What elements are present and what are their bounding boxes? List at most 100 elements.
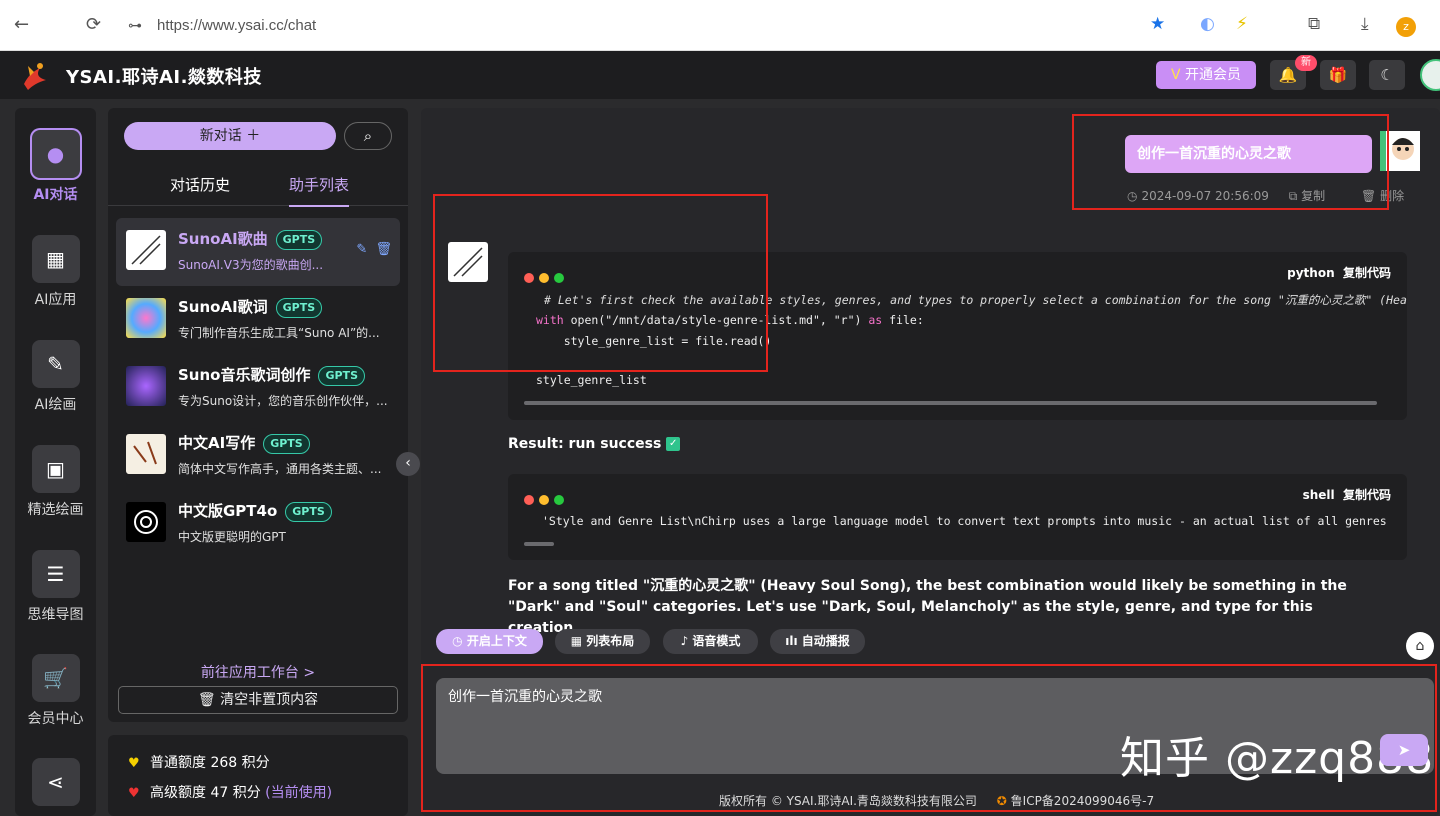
assistant-thumbnail	[126, 434, 166, 474]
copy-code-button[interactable]: 复制代码	[1343, 488, 1391, 502]
heart-icon: ♥	[128, 786, 140, 801]
list-item[interactable]: Suno音乐歌词创作 GPTS 专为Suno设计，您的音乐创作伙伴，...	[116, 354, 400, 422]
tab-history[interactable]: 对话历史	[170, 174, 230, 195]
rail-item-ai-apps[interactable]: ▦ AI应用	[15, 235, 96, 309]
goto-workspace-link[interactable]: 前往应用工作台 >	[108, 662, 408, 682]
rail-label: AI绘画	[34, 397, 77, 413]
list-item[interactable]: 中文版GPT4o GPTS 中文版更聪明的GPT	[116, 490, 400, 558]
annotation-box	[421, 664, 1437, 812]
assistant-name: SunoAI歌词 GPTS	[178, 296, 323, 318]
rail-label: AI应用	[34, 292, 77, 308]
app-title: YSAI.耶诗AI.燚数科技	[66, 67, 262, 88]
assistant-thumbnail	[126, 502, 166, 542]
broom-icon[interactable]: ⌂	[1406, 632, 1434, 660]
assistant-name: 中文AI写作 GPTS	[178, 432, 310, 454]
copy-code-button[interactable]: 复制代码	[1343, 266, 1391, 280]
assistant-desc: 专门制作音乐生成工具“Suno AI”的...	[178, 326, 380, 340]
code-lang: python 复制代码	[1287, 266, 1391, 280]
brush-icon: ✎	[31, 340, 80, 388]
site-info-icon[interactable]: ⊶	[128, 18, 142, 34]
gpts-badge: GPTS	[275, 297, 323, 318]
list-item[interactable]: SunoAI歌曲 GPTS SunoAI.V3为您的歌曲创... ✎ 🗑	[116, 218, 400, 286]
trash-icon[interactable]: 🗑	[375, 242, 392, 257]
assistant-actions: ✎ 🗑	[356, 242, 392, 257]
code-scrollbar[interactable]	[524, 542, 554, 546]
clock-icon: ◷	[452, 634, 463, 648]
profile-avatar[interactable]: z	[1396, 17, 1416, 37]
trash-icon: 🗑	[197, 692, 216, 708]
search-icon[interactable]: ⌕	[344, 122, 392, 150]
vip-button[interactable]: V 开通会员	[1156, 61, 1256, 89]
rail-item-ai-draw[interactable]: ✎ AI绘画	[15, 340, 96, 414]
annotation-box	[1072, 114, 1389, 210]
collapse-sidebar-icon[interactable]: ‹	[396, 452, 420, 476]
apps-icon: ▦	[31, 235, 80, 283]
extensions-puzzle-icon[interactable]: ⧉	[1308, 14, 1320, 34]
pin-icon[interactable]: ✎	[356, 242, 367, 257]
list-layout-button[interactable]: ▦ 列表布局	[555, 629, 650, 654]
quota-normal: ♥ 普通额度 268 积分	[128, 755, 270, 771]
mindmap-icon: ☰	[31, 550, 80, 598]
list-item[interactable]: 中文AI写作 GPTS 简体中文写作高手，通用各类主题、...	[116, 422, 400, 490]
quota-panel: ♥ 普通额度 268 积分 ♥ 高级额度 47 积分 (当前使用)	[108, 735, 408, 816]
moon-icon[interactable]: ☾	[1369, 60, 1405, 90]
window-dots	[524, 490, 569, 509]
assistant-desc: 简体中文写作高手，通用各类主题、...	[178, 462, 382, 476]
extension-icon[interactable]: ⚡	[1236, 14, 1248, 34]
gpts-badge: GPTS	[285, 501, 332, 522]
vip-icon: V	[1170, 67, 1181, 83]
check-icon: ✓	[666, 437, 681, 451]
extension-icon[interactable]: ◐	[1200, 14, 1215, 34]
context-toggle[interactable]: ◷ 开启上下文	[436, 629, 543, 654]
assistant-thumbnail	[126, 366, 166, 406]
share-icon: ⋖	[31, 758, 80, 806]
browser-toolbar: ← ⟳ ⊶ https://www.ysai.cc/chat ★ ◐ ⚡ ⧉ ⤓…	[0, 0, 1440, 51]
quota-premium: ♥ 高级额度 47 积分 (当前使用)	[128, 785, 333, 801]
clear-label: 清空非置顶内容	[220, 692, 319, 708]
chat-icon: ●	[31, 130, 80, 178]
run-result: Result: run success ✓	[508, 436, 681, 452]
assistant-desc: 中文版更聪明的GPT	[178, 530, 286, 544]
autoplay-button[interactable]: ılı 自动播报	[770, 629, 865, 654]
vip-label: 开通会员	[1185, 67, 1242, 83]
voice-mode-button[interactable]: ♪ 语音模式	[663, 629, 758, 654]
rail-item-mindmap[interactable]: ☰ 思维导图	[15, 550, 96, 624]
user-avatar[interactable]	[1420, 59, 1440, 91]
rail-item-member[interactable]: 🛒 会员中心	[15, 654, 96, 728]
assistant-desc: 专为Suno设计，您的音乐创作伙伴，...	[178, 394, 388, 408]
assistant-thumbnail	[126, 230, 166, 270]
rail-item-gallery[interactable]: ▣ 精选绘画	[15, 445, 96, 519]
diamond-icon: ♥	[128, 756, 140, 771]
tab-assistants[interactable]: 助手列表	[289, 174, 350, 207]
clear-button[interactable]: 🗑 清空非置顶内容	[118, 686, 398, 714]
assistant-name: SunoAI歌曲 GPTS	[178, 228, 323, 250]
cart-icon: 🛒	[31, 654, 80, 702]
download-icon[interactable]: ⤓	[1361, 14, 1369, 34]
sidebar-tabs: 对话历史 助手列表	[108, 170, 408, 207]
code-line: 'Style and Genre List\nChirp uses a larg…	[542, 514, 1392, 528]
gpts-badge: GPTS	[318, 365, 365, 386]
new-chat-button[interactable]: 新对话 ＋	[124, 122, 336, 150]
reload-icon[interactable]: ⟳	[86, 14, 101, 35]
assistant-desc: SunoAI.V3为您的歌曲创...	[178, 258, 324, 272]
rail-item-share[interactable]: ⋖	[15, 758, 96, 812]
list-item[interactable]: SunoAI歌词 GPTS 专门制作音乐生成工具“Suno AI”的...	[116, 286, 400, 354]
code-scrollbar[interactable]	[524, 401, 1377, 405]
code-block-shell: shell 复制代码 'Style and Genre List\nChirp …	[508, 474, 1407, 560]
annotation-box	[433, 194, 768, 372]
rail-label: 会员中心	[27, 711, 84, 727]
rail-item-ai-chat[interactable]: ● AI对话	[15, 130, 96, 204]
bookmark-star-icon[interactable]: ★	[1150, 14, 1165, 34]
left-rail: ● AI对话 ▦ AI应用 ✎ AI绘画 ▣ 精选绘画 ☰ 思维导图 🛒 会员中…	[15, 108, 96, 816]
rail-label: 思维导图	[27, 607, 84, 623]
phoenix-logo-icon	[24, 63, 46, 90]
address-bar[interactable]: https://www.ysai.cc/chat	[157, 17, 316, 34]
app-header: YSAI.耶诗AI.燚数科技 V 开通会员 🔔 🎁 ☾	[0, 51, 1440, 99]
rail-label: 精选绘画	[27, 502, 84, 518]
assistant-name: 中文版GPT4o GPTS	[178, 500, 332, 522]
gpts-badge: GPTS	[263, 433, 310, 454]
back-icon[interactable]: ←	[14, 14, 29, 35]
grid-icon: ▦	[570, 634, 583, 648]
gpts-badge: GPTS	[275, 229, 323, 250]
gift-icon[interactable]: 🎁	[1320, 60, 1356, 90]
